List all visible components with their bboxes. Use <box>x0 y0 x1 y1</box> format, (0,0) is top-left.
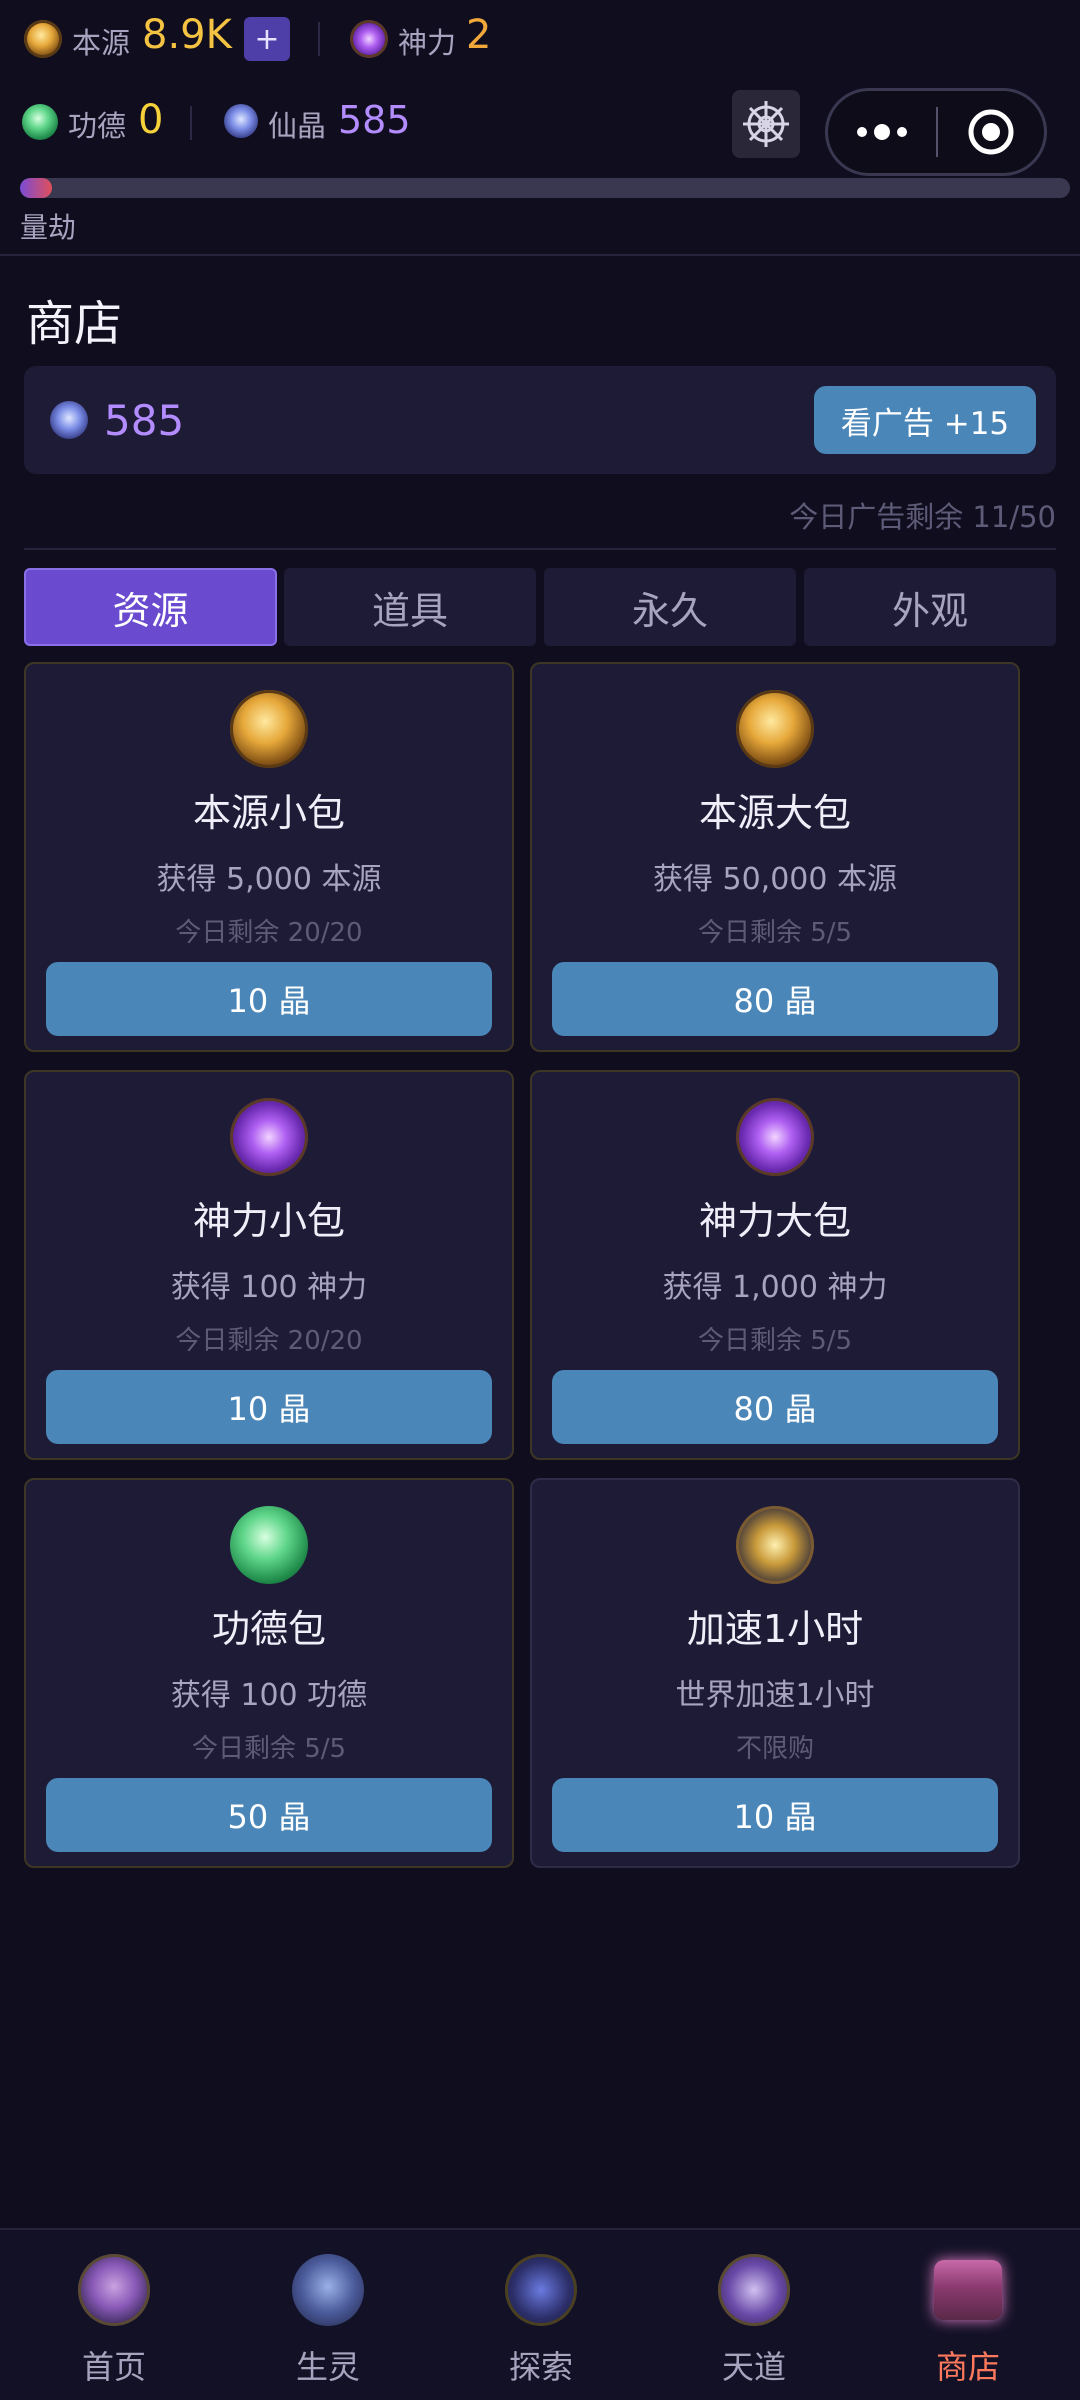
settings-button[interactable] <box>732 90 800 158</box>
gongde-icon <box>22 104 58 140</box>
item-name: 神力小包 <box>192 1199 345 1243</box>
shenli-icon <box>736 1098 814 1176</box>
section-divider <box>24 548 1056 550</box>
item-name: 神力大包 <box>698 1199 851 1243</box>
buy-button[interactable]: 10 晶 <box>46 962 492 1036</box>
nav-label: 探索 <box>508 2348 573 2386</box>
tab-appearance[interactable]: 外观 <box>804 568 1056 646</box>
shop-item-card: 功德包 获得 100 功德 今日剩余 5/5 50 晶 <box>24 1478 514 1868</box>
shenli-value: 2 <box>466 12 492 58</box>
shenli-label: 神力 <box>398 26 457 60</box>
nav-explore[interactable]: 探索 <box>433 2230 649 2400</box>
bottom-nav: 首页 生灵 探索 天道 商店 <box>0 2228 1080 2400</box>
gongde-label: 功德 <box>68 109 127 143</box>
divider <box>190 106 192 140</box>
capsule-menu <box>825 88 1047 176</box>
buy-button[interactable]: 10 晶 <box>46 1370 492 1444</box>
item-desc: 获得 100 神力 <box>170 1270 368 1305</box>
item-limit: 不限购 <box>735 1734 814 1764</box>
nav-home[interactable]: 首页 <box>6 2230 222 2400</box>
benyuan-icon <box>230 690 308 768</box>
item-name: 本源大包 <box>698 791 851 835</box>
more-button[interactable] <box>828 91 936 173</box>
nav-creatures[interactable]: 生灵 <box>220 2230 436 2400</box>
item-limit: 今日剩余 20/20 <box>175 918 363 948</box>
liangjie-progress-fill <box>20 178 52 198</box>
item-limit: 今日剩余 20/20 <box>175 1326 363 1356</box>
shop-item-card: 本源大包 获得 50,000 本源 今日剩余 5/5 80 晶 <box>530 662 1020 1052</box>
xianjing-icon <box>50 401 88 439</box>
nav-label: 生灵 <box>295 2348 360 2386</box>
shop-item-card: 加速1小时 世界加速1小时 不限购 10 晶 <box>530 1478 1020 1868</box>
gear-icon <box>743 101 789 147</box>
buy-button[interactable]: 80 晶 <box>552 962 998 1036</box>
item-limit: 今日剩余 5/5 <box>697 1326 853 1356</box>
close-program-button[interactable] <box>938 91 1044 173</box>
liangjie-progress <box>20 178 1070 198</box>
item-desc: 世界加速1小时 <box>675 1678 875 1713</box>
item-desc: 获得 1,000 神力 <box>662 1270 888 1305</box>
benyuan-label: 本源 <box>72 26 131 60</box>
gongde-icon <box>230 1506 308 1584</box>
shop-item-card: 神力小包 获得 100 神力 今日剩余 20/20 10 晶 <box>24 1070 514 1460</box>
divider <box>318 22 320 56</box>
shenli-icon <box>350 20 388 58</box>
compass-icon <box>505 2254 577 2326</box>
item-name: 本源小包 <box>192 791 345 835</box>
gongde-value: 0 <box>138 97 164 143</box>
benyuan-icon <box>24 20 62 58</box>
benyuan-icon <box>736 690 814 768</box>
item-name: 加速1小时 <box>686 1607 864 1651</box>
treasure-chest-icon <box>934 2260 1002 2320</box>
clock-icon <box>736 1506 814 1584</box>
add-benyuan-button[interactable]: + <box>244 17 290 61</box>
buy-button[interactable]: 80 晶 <box>552 1370 998 1444</box>
balance-panel: 585 看广告 +15 <box>24 366 1056 474</box>
item-desc: 获得 100 功德 <box>170 1678 368 1713</box>
tab-items[interactable]: 道具 <box>284 568 536 646</box>
nav-shop[interactable]: 商店 <box>860 2230 1076 2400</box>
benyuan-value: 8.9K <box>142 12 232 58</box>
item-limit: 今日剩余 5/5 <box>191 1734 347 1764</box>
more-dots-icon <box>857 124 907 140</box>
nav-tiandao[interactable]: 天道 <box>646 2230 862 2400</box>
dragon-icon <box>292 2254 364 2326</box>
item-name: 功德包 <box>211 1607 326 1651</box>
xianjing-label: 仙晶 <box>268 109 327 143</box>
shop-item-card: 神力大包 获得 1,000 神力 今日剩余 5/5 80 晶 <box>530 1070 1020 1460</box>
ad-remaining: 今日广告剩余 11/50 <box>789 500 1056 534</box>
shenli-icon <box>230 1098 308 1176</box>
target-icon <box>968 109 1014 155</box>
item-desc: 获得 50,000 本源 <box>652 862 898 897</box>
shop-item-card: 本源小包 获得 5,000 本源 今日剩余 20/20 10 晶 <box>24 662 514 1052</box>
item-desc: 获得 5,000 本源 <box>156 862 382 897</box>
balance-value: 585 <box>104 396 185 445</box>
page-title: 商店 <box>26 296 123 352</box>
buy-button[interactable]: 50 晶 <box>46 1778 492 1852</box>
nav-label: 天道 <box>721 2348 786 2386</box>
liangjie-label: 量劫 <box>20 211 77 244</box>
yinyang-icon <box>718 2254 790 2326</box>
item-limit: 今日剩余 5/5 <box>697 918 853 948</box>
buy-button[interactable]: 10 晶 <box>552 1778 998 1852</box>
watch-ad-button[interactable]: 看广告 +15 <box>814 386 1036 454</box>
xianjing-icon <box>224 104 258 138</box>
nav-label: 商店 <box>935 2348 1000 2386</box>
nav-label: 首页 <box>81 2348 146 2386</box>
xianjing-value: 585 <box>338 98 411 142</box>
tab-permanent[interactable]: 永久 <box>544 568 796 646</box>
temple-icon <box>78 2254 150 2326</box>
tab-resources[interactable]: 资源 <box>24 568 277 646</box>
header-divider <box>0 254 1080 256</box>
